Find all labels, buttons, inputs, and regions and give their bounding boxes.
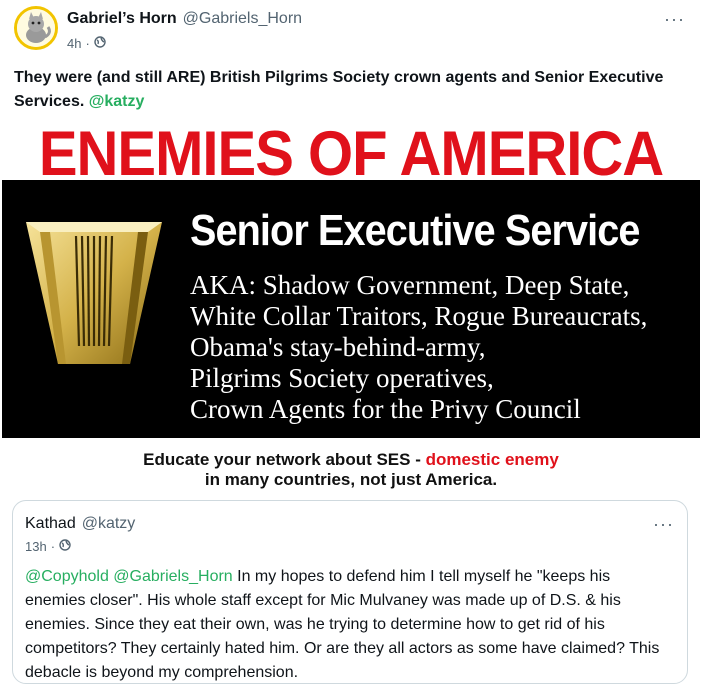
- image-aka-list: AKA: Shadow Government, Deep State, Whit…: [190, 270, 647, 425]
- quote-mentions-link[interactable]: @Copyhold @Gabriels_Horn: [25, 568, 233, 585]
- aka-line: Pilgrims Society operatives,: [190, 363, 494, 393]
- quote-timestamp[interactable]: 13h: [25, 539, 47, 554]
- post-meta: 4h ·: [67, 36, 106, 51]
- quote-more-button[interactable]: ···: [653, 515, 674, 533]
- quoted-post[interactable]: Kathad @katzy 13h · ··· @Copyhold @Gabrie…: [12, 500, 688, 684]
- post-body: They were (and still ARE) British Pilgri…: [14, 66, 674, 114]
- meta-separator: ·: [50, 539, 56, 554]
- ses-emblem-icon: [26, 222, 162, 364]
- quote-body: @Copyhold @Gabriels_Horn In my hopes to …: [25, 565, 675, 685]
- image-caption: Educate your network about SES - domesti…: [0, 450, 702, 490]
- quote-meta: 13h ·: [25, 539, 71, 554]
- author-display-name[interactable]: Gabriel’s Horn: [67, 10, 177, 27]
- caption-line2: in many countries, not just America.: [204, 470, 498, 489]
- post-more-button[interactable]: ···: [664, 10, 685, 28]
- image-panel-title: Senior Executive Service: [190, 206, 640, 255]
- meta-separator: ·: [85, 36, 90, 51]
- post-timestamp[interactable]: 4h: [67, 36, 81, 51]
- quote-author[interactable]: Kathad @katzy: [25, 515, 135, 533]
- quote-handle[interactable]: @katzy: [82, 515, 136, 532]
- author-handle[interactable]: @Gabriels_Horn: [183, 10, 302, 27]
- image-black-panel: Senior Executive Service AKA: Shadow Gov…: [2, 180, 700, 438]
- aka-line: Crown Agents for the Privy Council: [190, 394, 581, 424]
- post-mention-link[interactable]: @katzy: [89, 93, 145, 110]
- cat-avatar-icon: [17, 9, 55, 47]
- globe-icon: [59, 539, 71, 554]
- caption-highlight: domestic enemy: [425, 450, 559, 469]
- avatar[interactable]: [14, 6, 58, 50]
- globe-icon: [94, 36, 106, 51]
- post-author[interactable]: Gabriel’s Horn @Gabriels_Horn: [67, 10, 302, 28]
- caption-line1: Educate your network about SES -: [143, 450, 426, 469]
- quote-display-name[interactable]: Kathad: [25, 515, 76, 532]
- aka-line: White Collar Traitors, Rogue Bureaucrats…: [190, 301, 648, 331]
- aka-line: AKA: Shadow Government, Deep State,: [190, 270, 630, 300]
- aka-line: Obama's stay-behind-army,: [190, 332, 486, 362]
- post-image[interactable]: ENEMIES OF AMERICA Senior Executive Serv…: [0, 116, 702, 494]
